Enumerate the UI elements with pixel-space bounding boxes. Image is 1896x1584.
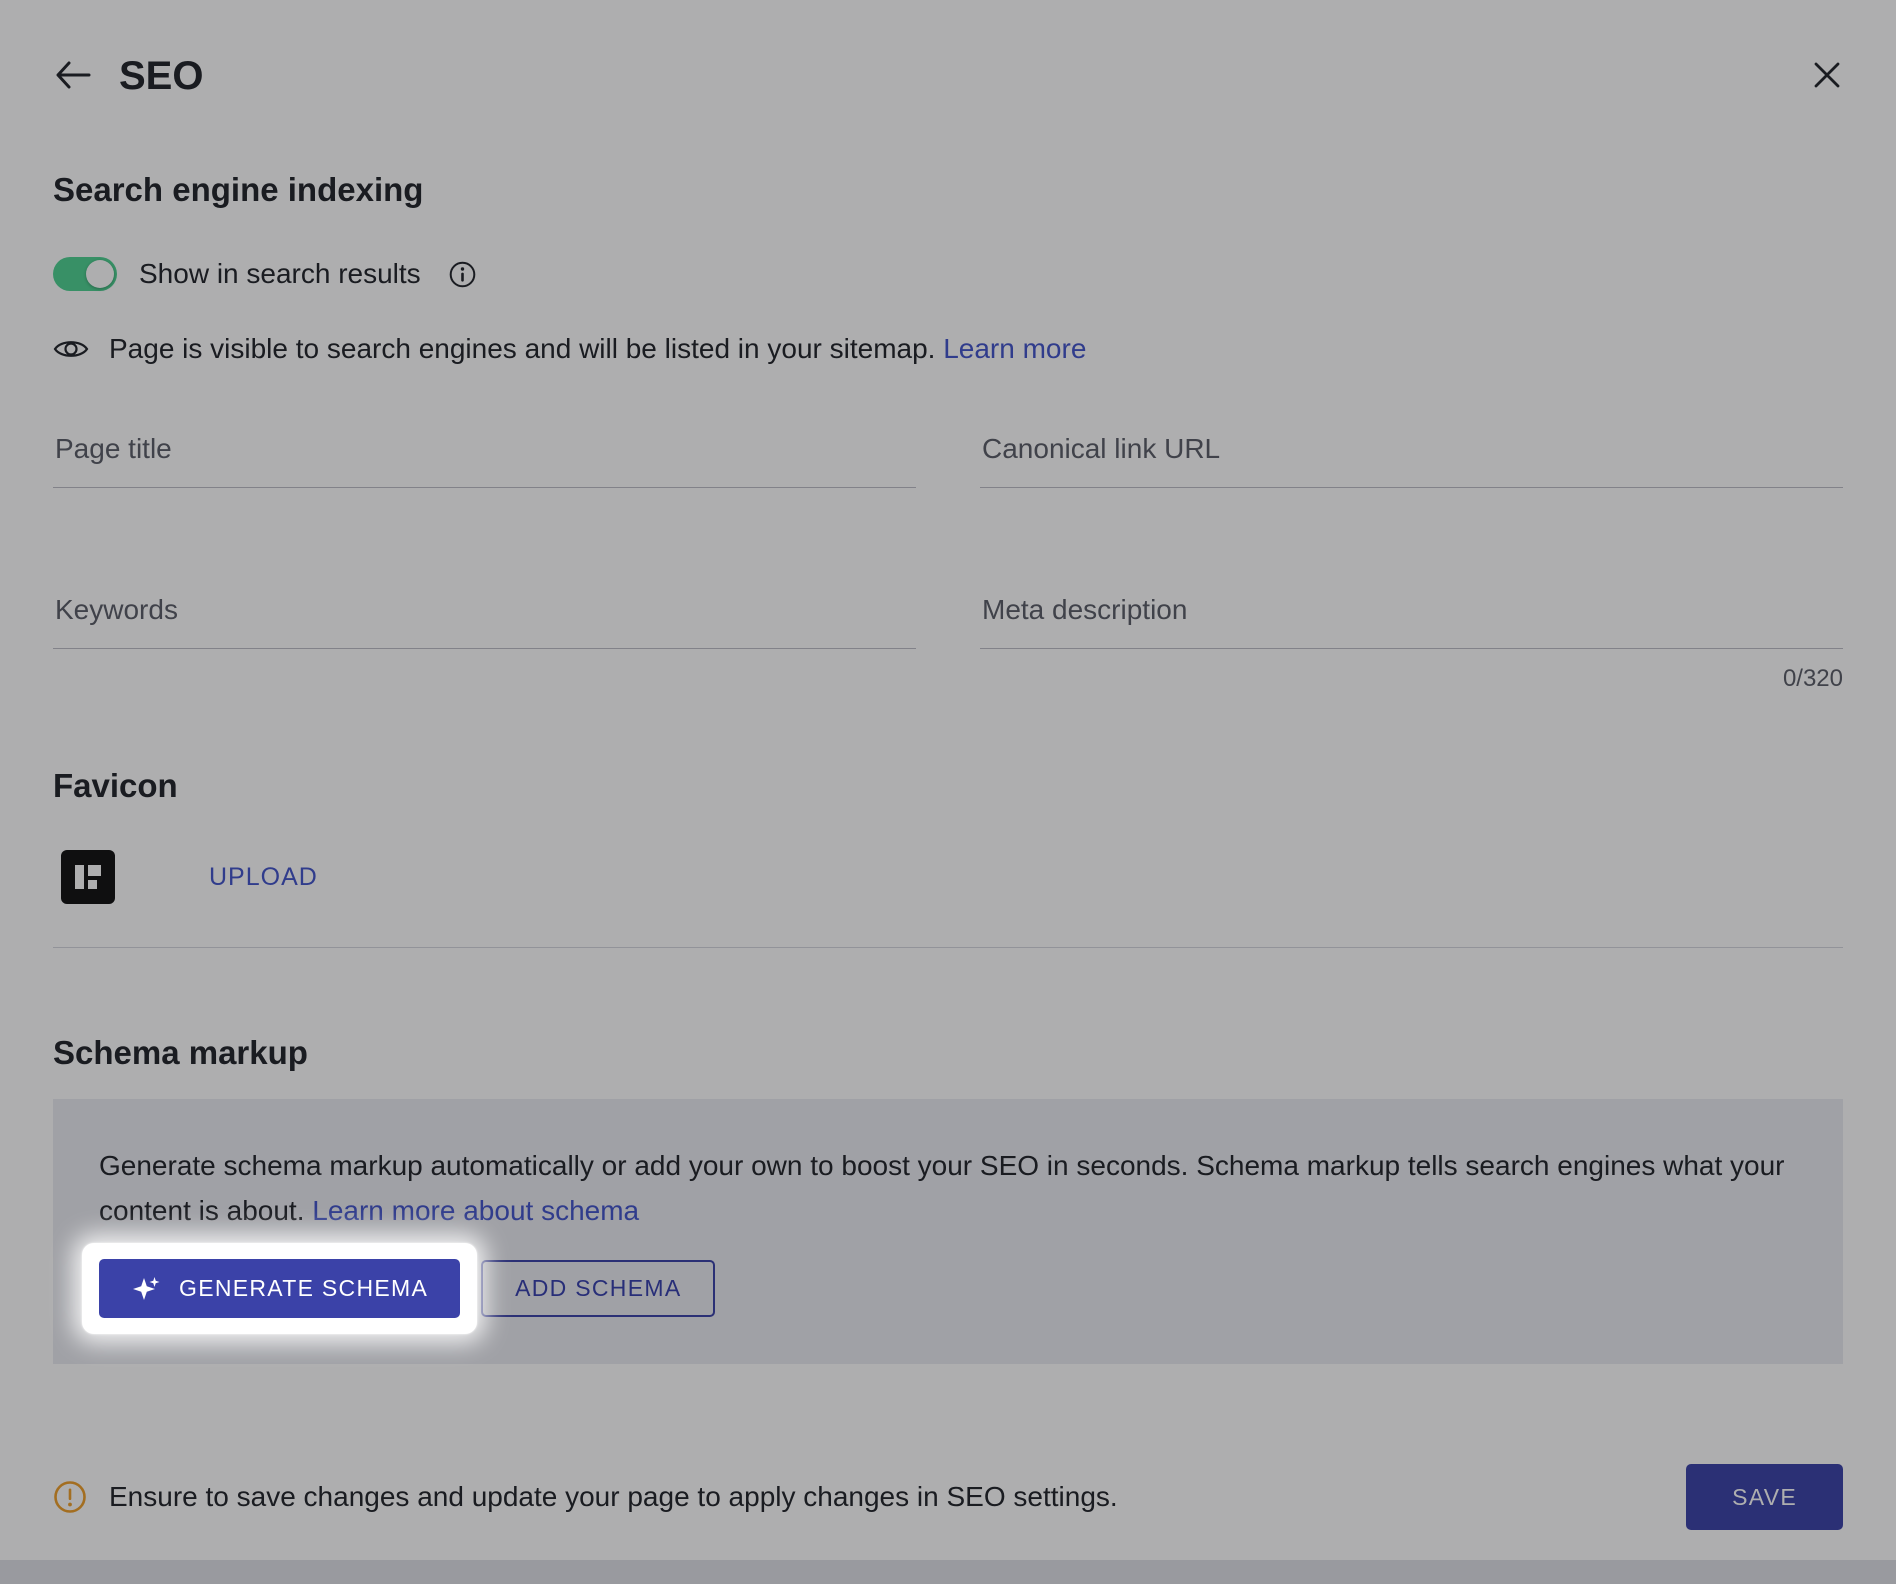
- toggle-knob: [86, 260, 114, 288]
- add-schema-button[interactable]: ADD SCHEMA: [481, 1260, 715, 1317]
- show-in-search-row: Show in search results: [53, 257, 1843, 291]
- sparkle-icon: [131, 1274, 161, 1304]
- generate-schema-label: GENERATE SCHEMA: [179, 1275, 428, 1302]
- save-notice-text: Ensure to save changes and update your p…: [109, 1481, 1118, 1513]
- visibility-status-row: Page is visible to search engines and wi…: [53, 333, 1843, 365]
- toggle-label: Show in search results: [139, 258, 421, 290]
- divider: [53, 947, 1843, 948]
- close-icon: [1811, 59, 1843, 94]
- canonical-url-field: [980, 433, 1843, 488]
- learn-more-link[interactable]: Learn more: [943, 333, 1086, 364]
- close-button[interactable]: [1811, 59, 1843, 94]
- warning-icon: [53, 1480, 87, 1514]
- page-title-input[interactable]: [53, 433, 916, 488]
- search-engine-indexing-heading: Search engine indexing: [53, 171, 1843, 209]
- upload-button[interactable]: UPLOAD: [203, 862, 324, 893]
- keywords-field: [53, 594, 916, 693]
- schema-learn-more-link[interactable]: Learn more about schema: [312, 1195, 639, 1226]
- eye-icon: [53, 336, 89, 362]
- keywords-input[interactable]: [53, 594, 916, 649]
- seo-panel: SEO Search engine indexing Show in searc…: [0, 0, 1896, 1584]
- show-in-search-toggle[interactable]: [53, 257, 117, 291]
- generate-schema-button[interactable]: GENERATE SCHEMA: [99, 1259, 460, 1318]
- info-icon[interactable]: [449, 261, 476, 288]
- canonical-url-input[interactable]: [980, 433, 1843, 488]
- panel-footer: Ensure to save changes and update your p…: [53, 1464, 1843, 1530]
- schema-description: Generate schema markup automatically or …: [99, 1143, 1797, 1233]
- schema-markup-heading: Schema markup: [53, 1034, 1843, 1072]
- tutorial-spotlight: GENERATE SCHEMA: [82, 1243, 477, 1334]
- page-title: SEO: [119, 54, 203, 99]
- page-title-field: [53, 433, 916, 488]
- meta-description-input[interactable]: [980, 594, 1843, 649]
- char-counter: 0/320: [980, 665, 1843, 693]
- save-button[interactable]: SAVE: [1686, 1464, 1843, 1530]
- meta-description-field: 0/320: [980, 594, 1843, 693]
- seo-fields-grid: 0/320: [53, 433, 1843, 693]
- back-button[interactable]: [53, 59, 91, 94]
- bottom-strip: [0, 1560, 1896, 1584]
- favicon-row: UPLOAD: [53, 850, 1843, 904]
- favicon-preview: [61, 850, 115, 904]
- favicon-heading: Favicon: [53, 767, 1843, 805]
- schema-buttons-row: GENERATE SCHEMA ADD SCHEMA: [99, 1259, 1797, 1318]
- visibility-status-text: Page is visible to search engines and wi…: [109, 333, 1086, 365]
- panel-header: SEO: [53, 54, 1843, 99]
- schema-panel: Generate schema markup automatically or …: [53, 1099, 1843, 1364]
- back-arrow-icon: [53, 59, 91, 94]
